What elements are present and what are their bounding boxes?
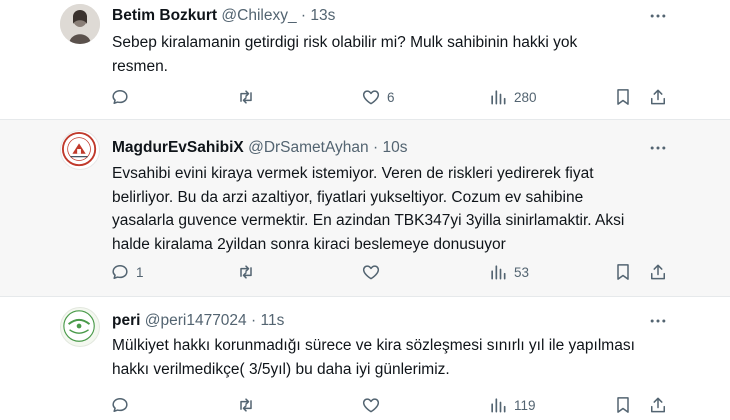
tweet-text-line: belirliyor. Bu da arzi azaltiyor, fiyatl… [112, 188, 584, 206]
retweet-icon [240, 398, 252, 412]
separator-dot: · [300, 7, 307, 24]
reply-button[interactable] [110, 394, 136, 416]
like-button[interactable]: 6 [361, 86, 395, 108]
tweet-magdurevsahibix[interactable]: MagdurEvSahibiX @DrSametAyhan · 10s Evsa… [0, 120, 730, 296]
tweet-text-line: Sebep kiralamanin getirdigi risk olabili… [112, 34, 578, 51]
reply-icon [112, 265, 128, 279]
share-icon [651, 264, 665, 280]
share-button[interactable] [648, 261, 668, 283]
tweet-text: Sebep kiralamanin getirdigi risk olabili… [112, 31, 682, 78]
tweet-text-line: Mülkiyet hakkı korunmadığı sürece ve kir… [112, 337, 635, 354]
tweet-text-line: halde kiralama 2yildan sonra kiraci besl… [112, 235, 506, 253]
timestamp[interactable]: 10s [382, 139, 407, 156]
tweet-betim-bozkurt[interactable]: Betim Bozkurt @Chilexy_ · 13s Sebep kira… [0, 0, 730, 118]
display-name[interactable]: MagdurEvSahibiX [112, 139, 244, 156]
tweet-peri[interactable]: peri @peri1477024 · 11s Mülkiyet hakkı k… [0, 297, 730, 420]
user-handle[interactable]: @peri1477024 [145, 312, 247, 329]
views-button[interactable]: 280 [488, 86, 537, 108]
display-name[interactable]: Betim Bozkurt [112, 7, 217, 24]
retweet-icon [240, 265, 252, 279]
more-icon[interactable] [646, 6, 670, 26]
display-name[interactable]: peri [112, 312, 140, 329]
tweet-text: Mülkiyet hakkı korunmadığı sürece ve kir… [112, 334, 712, 381]
views-button[interactable]: 119 [488, 394, 536, 416]
like-button[interactable] [361, 394, 387, 416]
avatar[interactable] [60, 130, 100, 170]
avatar[interactable] [60, 307, 100, 347]
like-count: 6 [387, 89, 395, 105]
share-button[interactable] [648, 394, 668, 416]
views-icon [491, 265, 506, 280]
tweet-header: MagdurEvSahibiX @DrSametAyhan · 10s [112, 138, 407, 158]
bookmark-button[interactable] [613, 261, 633, 283]
like-button[interactable] [361, 261, 387, 283]
tweet-text-line: Evsahibi evini kiraya vermek istemiyor. … [112, 165, 594, 182]
tweet-text-line: yasalarla guvence vermektir. En azindan … [112, 212, 625, 229]
like-icon [362, 90, 380, 105]
reply-icon [112, 90, 128, 104]
reply-count: 1 [136, 264, 144, 280]
tweet-header: Betim Bozkurt @Chilexy_ · 13s [112, 6, 335, 26]
bookmark-icon [617, 264, 629, 280]
retweet-icon [240, 90, 252, 104]
separator-dot: · [251, 312, 257, 329]
views-button[interactable]: 53 [488, 261, 529, 283]
reply-icon [112, 398, 128, 412]
retweet-button[interactable] [236, 394, 262, 416]
tweet-text-line: resmen. [112, 57, 168, 75]
bookmark-icon [617, 89, 629, 105]
views-icon [491, 90, 506, 105]
tweet-header: peri @peri1477024 · 11s [112, 311, 284, 331]
separator-dot: · [372, 139, 379, 156]
views-icon [491, 398, 506, 413]
more-icon[interactable] [646, 311, 670, 331]
share-button[interactable] [648, 86, 668, 108]
tweet-text-line: hakkı verilmedikçe( 3/5yıl) bu daha iyi … [112, 360, 450, 378]
tweet-text: Evsahibi evini kiraya vermek istemiyor. … [112, 162, 682, 256]
timestamp[interactable]: 13s [310, 7, 335, 24]
share-icon [651, 397, 665, 413]
share-icon [651, 89, 665, 105]
user-handle[interactable]: @DrSametAyhan [248, 139, 369, 156]
avatar[interactable] [60, 4, 100, 44]
bookmark-button[interactable] [613, 394, 633, 416]
like-icon [362, 265, 380, 280]
bookmark-button[interactable] [613, 86, 633, 108]
retweet-button[interactable] [236, 86, 262, 108]
views-count: 53 [514, 264, 530, 280]
views-count: 280 [514, 89, 537, 105]
retweet-button[interactable] [236, 261, 262, 283]
user-handle[interactable]: @Chilexy_ [221, 7, 296, 24]
timestamp[interactable]: 11s [260, 312, 284, 329]
bookmark-icon [617, 397, 629, 413]
reply-button[interactable]: 1 [110, 261, 144, 283]
reply-button[interactable] [110, 86, 136, 108]
views-count: 119 [514, 397, 536, 413]
like-icon [362, 398, 380, 413]
more-icon[interactable] [646, 138, 670, 158]
